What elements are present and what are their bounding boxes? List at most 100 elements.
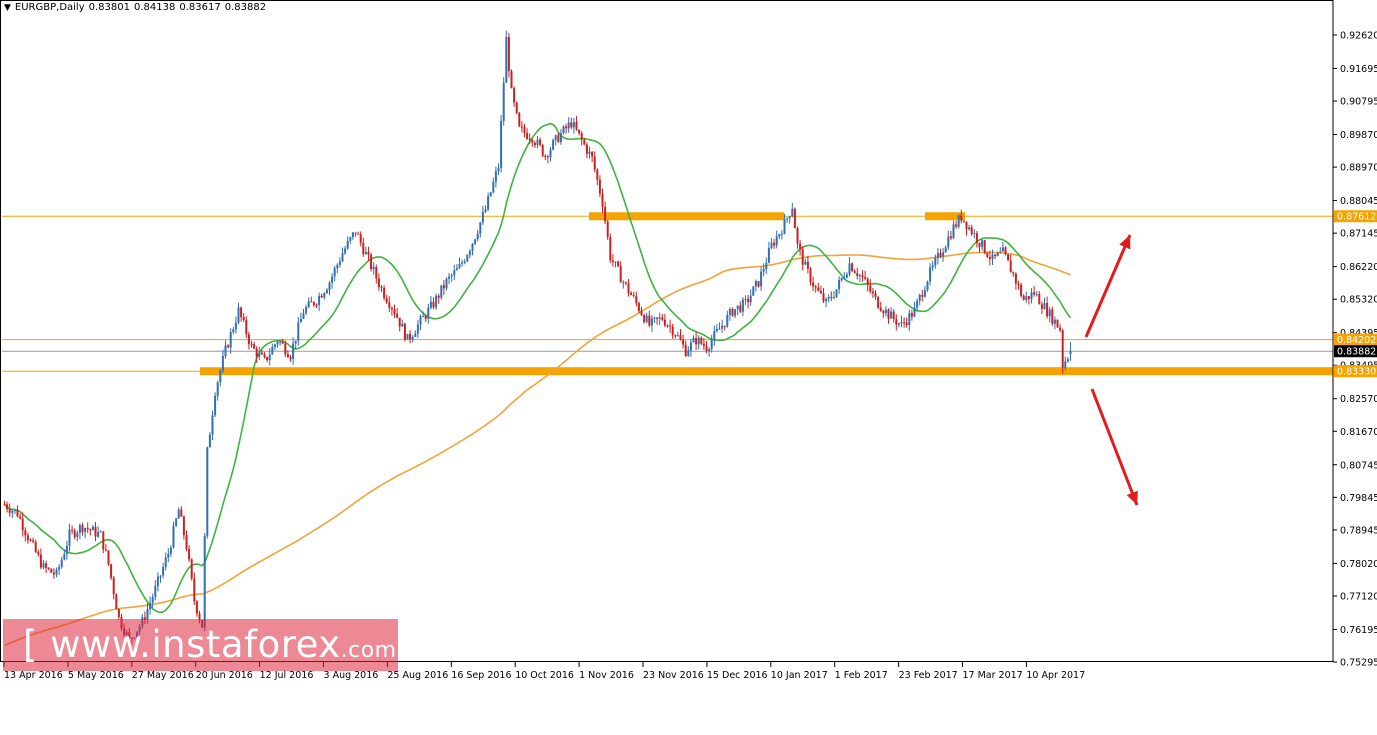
candle-body — [731, 309, 734, 316]
time-tick-label: 15 Dec 2016 — [707, 670, 768, 681]
candle-body — [84, 528, 87, 532]
candle-body — [325, 289, 328, 294]
candle-body — [162, 567, 165, 576]
candle — [214, 392, 217, 418]
candle-body — [63, 554, 66, 560]
candle-body — [1061, 330, 1064, 368]
candle-body — [346, 240, 349, 249]
candle-body — [637, 303, 640, 311]
candle-body — [505, 36, 508, 83]
candle-body — [663, 319, 666, 326]
candle-body — [89, 529, 92, 531]
time-tick-label: 23 Feb 2017 — [899, 670, 958, 681]
candle-body — [409, 333, 412, 340]
candle-body — [453, 270, 456, 276]
candle-body — [247, 334, 250, 345]
candle — [206, 446, 209, 539]
candle-body — [656, 317, 659, 319]
candle — [1007, 254, 1010, 261]
candle-body — [908, 313, 911, 326]
candle-body — [24, 530, 27, 536]
candle-body — [773, 242, 776, 246]
candle-body — [546, 156, 549, 158]
price-tick-label: 0.86220 — [1340, 262, 1377, 273]
candle-body — [68, 529, 71, 546]
candle-body — [723, 325, 726, 327]
candle-body — [575, 122, 578, 130]
price-tick-label: 0.76195 — [1340, 625, 1377, 636]
candle-body — [440, 285, 443, 298]
candle-body — [923, 290, 926, 297]
candle-body — [86, 528, 89, 530]
candle-body — [767, 248, 770, 263]
candle-body — [286, 354, 289, 358]
candle-body — [11, 510, 14, 513]
candle-body — [827, 296, 830, 299]
candle-body — [1040, 304, 1043, 309]
candle-body — [112, 577, 115, 595]
candle-body — [479, 222, 482, 234]
candle-body — [866, 278, 869, 286]
candle-body — [721, 325, 724, 329]
candle-body — [877, 296, 880, 308]
candle-body — [401, 323, 404, 327]
candle-body — [107, 550, 110, 565]
candle-body — [666, 325, 669, 327]
candle-body — [934, 258, 937, 266]
candle-body — [364, 251, 367, 255]
time-tick-label: 1 Nov 2016 — [579, 670, 634, 681]
candle-body — [185, 535, 188, 550]
watermark-banner: [ www.instaforex.com ] — [3, 619, 398, 721]
collapse-triangle-icon[interactable]: ▼ — [4, 3, 11, 13]
candle — [793, 207, 796, 229]
candle-body — [591, 151, 594, 157]
candle-body — [250, 344, 253, 346]
price-tick-label: 0.89870 — [1340, 130, 1377, 141]
candle-body — [403, 323, 406, 340]
candle-body — [796, 228, 799, 244]
candle-body — [71, 529, 74, 531]
candle-body — [476, 233, 479, 240]
candle-body — [180, 509, 183, 517]
candle-body — [115, 594, 118, 610]
candle-body — [175, 518, 178, 526]
candle-body — [354, 232, 357, 234]
candle-body — [572, 122, 575, 128]
candle-body — [978, 242, 981, 247]
candle-body — [635, 296, 638, 304]
price-tick-label: 0.82570 — [1340, 394, 1377, 405]
candle-body — [518, 112, 521, 127]
candle — [190, 558, 193, 581]
candle-body — [149, 602, 152, 609]
candle-body — [8, 509, 11, 513]
candle-body — [819, 290, 822, 294]
candle-body — [81, 525, 84, 532]
candle — [50, 568, 53, 573]
candle-body — [536, 139, 539, 146]
candle-body — [1053, 319, 1056, 324]
candle-body — [606, 221, 609, 237]
candle-body — [242, 317, 245, 320]
candle-body — [604, 206, 607, 222]
candle-body — [487, 196, 490, 210]
candle-body — [728, 309, 731, 315]
price-tick-label: 0.75295 — [1340, 658, 1377, 669]
candle-body — [671, 326, 674, 336]
candle-body — [853, 271, 856, 274]
candle-body — [871, 291, 874, 294]
candle-body — [549, 149, 552, 158]
candle-body — [658, 317, 661, 319]
candle-body — [947, 236, 950, 248]
candle-body — [695, 338, 698, 345]
candle-body — [747, 298, 750, 303]
candle-body — [682, 339, 685, 345]
candle-body — [697, 337, 700, 345]
candle — [752, 286, 755, 296]
candle-body — [1033, 292, 1036, 295]
candle-body — [1004, 247, 1007, 255]
candle-body — [104, 549, 107, 551]
time-tick-label: 13 Apr 2016 — [4, 670, 63, 681]
price-tick-label: 0.85320 — [1340, 295, 1377, 306]
candle-body — [526, 133, 529, 139]
candle-body — [427, 307, 430, 319]
